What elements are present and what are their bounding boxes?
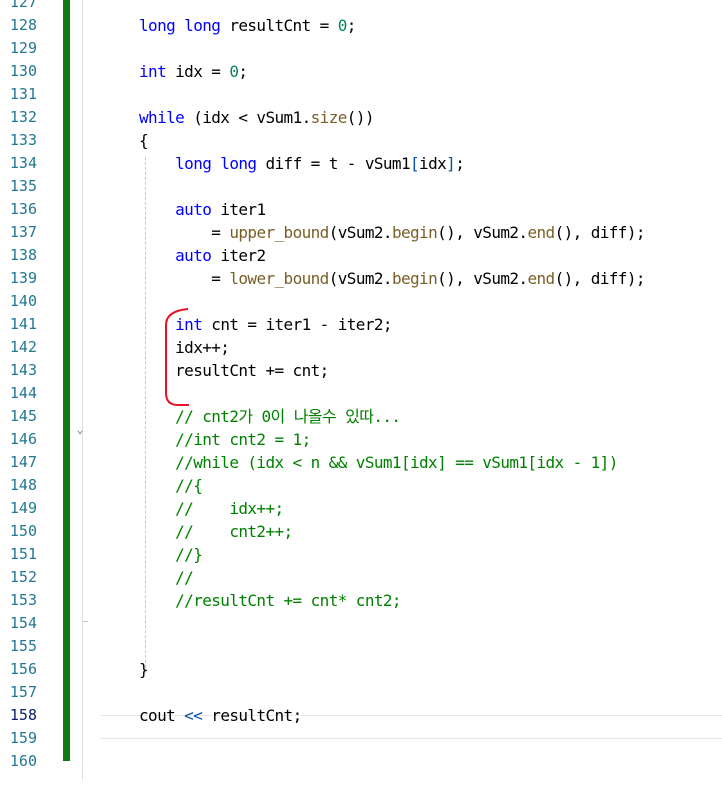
- red-annotation-bracket: [165, 308, 189, 406]
- code-editor[interactable]: ⌄ 127 128 129 130 131 132 133 134 135 136 137 138 13…: [0, 0, 722, 791]
